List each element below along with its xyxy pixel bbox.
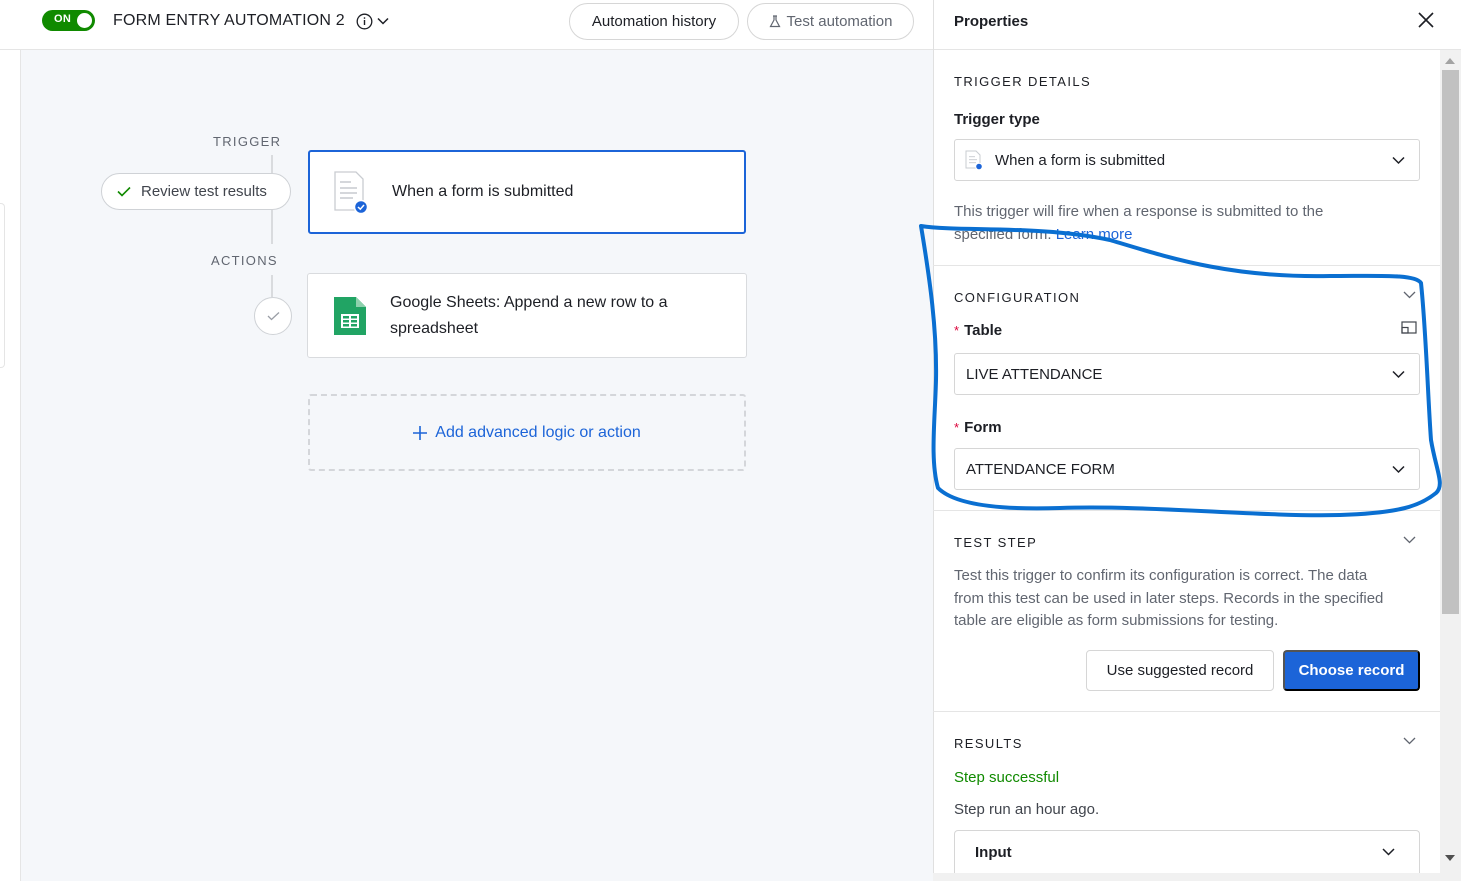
horizontal-scrollbar[interactable]	[933, 873, 1440, 881]
trigger-card[interactable]: When a form is submitted	[308, 150, 746, 234]
chevron-down-icon	[1392, 156, 1405, 165]
action-card-title: Google Sheets: Append a new row to a spr…	[390, 290, 668, 342]
learn-more-link[interactable]: Learn more	[1056, 226, 1133, 243]
left-gutter	[0, 50, 21, 881]
input-expander[interactable]: Input	[954, 830, 1420, 874]
actions-section-label: ACTIONS	[211, 253, 278, 268]
action-card-title-line: Google Sheets: Append a new row to a	[390, 293, 668, 311]
chevron-down-icon	[377, 17, 389, 25]
table-select-value: LIVE ATTENDANCE	[966, 365, 1103, 383]
connector-line	[271, 275, 273, 297]
connector-line	[271, 155, 273, 173]
panel-title: Properties	[954, 13, 1029, 30]
section-divider	[933, 265, 1440, 266]
form-label-text: Form	[964, 419, 1002, 436]
test-automation-button[interactable]: Test automation	[747, 3, 914, 40]
trigger-description-line: specified form. Learn more	[954, 224, 1323, 247]
test-step-description-line: Test this trigger to confirm its configu…	[954, 567, 1368, 584]
section-divider	[933, 510, 1440, 511]
form-select-value: ATTENDANCE FORM	[966, 460, 1115, 478]
choose-record-button[interactable]: Choose record	[1283, 650, 1420, 691]
automation-toggle[interactable]: ON	[42, 10, 95, 31]
scroll-up-arrow-icon[interactable]	[1445, 58, 1455, 64]
chevron-down-icon[interactable]	[1403, 290, 1416, 300]
expand-record-icon[interactable]	[1401, 321, 1417, 334]
connector-line	[271, 210, 273, 244]
trigger-description-tail: specified form.	[954, 225, 1052, 243]
top-bar: ON FORM ENTRY AUTOMATION 2 Automation hi…	[0, 0, 933, 50]
trigger-type-value: When a form is submitted	[995, 151, 1166, 169]
input-expander-label: Input	[975, 844, 1012, 861]
table-select[interactable]: LIVE ATTENDANCE	[954, 353, 1420, 395]
flask-icon	[769, 15, 781, 28]
chevron-down-icon[interactable]	[1403, 535, 1416, 545]
required-marker: *	[954, 420, 960, 435]
add-action-button[interactable]: Add advanced logic or action	[308, 394, 746, 471]
action-status-indicator	[254, 297, 292, 335]
gutter-handle[interactable]	[0, 203, 5, 368]
trigger-details-heading: TRIGGER DETAILS	[954, 74, 1092, 89]
chevron-down-icon	[1382, 848, 1395, 856]
automation-history-button[interactable]: Automation history	[569, 3, 739, 40]
action-card[interactable]: Google Sheets: Append a new row to a spr…	[307, 273, 747, 358]
chevron-down-icon	[1392, 465, 1405, 474]
test-step-description-line: from this test can be used in later step…	[954, 589, 1384, 607]
step-status: Step successful	[954, 769, 1060, 786]
toggle-label: ON	[54, 13, 72, 25]
section-divider	[933, 711, 1440, 712]
results-heading: RESULTS	[954, 736, 1023, 751]
close-icon[interactable]	[1417, 11, 1435, 29]
trigger-description: This trigger will fire when a response i…	[954, 201, 1323, 246]
use-suggested-record-button[interactable]: Use suggested record	[1086, 650, 1274, 691]
trigger-section-label: TRIGGER	[213, 134, 282, 149]
test-step-description: Test this trigger to confirm its configu…	[954, 565, 1383, 633]
trigger-type-label: Trigger type	[954, 111, 1040, 128]
toggle-knob	[77, 13, 92, 28]
form-field-label: * Form	[954, 419, 1002, 436]
form-document-icon	[965, 150, 983, 170]
scroll-down-arrow-icon[interactable]	[1445, 855, 1455, 861]
step-run-time: Step run an hour ago.	[954, 801, 1100, 818]
chevron-down-icon[interactable]	[1403, 736, 1416, 746]
test-step-description-line: table are eligible as form submissions f…	[954, 612, 1279, 629]
form-document-icon	[334, 171, 368, 214]
test-automation-label: Test automation	[786, 13, 893, 30]
panel-header: Properties	[934, 0, 1461, 50]
table-field-label: * Table	[954, 322, 1002, 339]
form-select[interactable]: ATTENDANCE FORM	[954, 448, 1420, 490]
automation-title[interactable]: FORM ENTRY AUTOMATION 2	[113, 12, 345, 30]
review-test-results-button[interactable]: Review test results	[101, 173, 291, 210]
trigger-type-select[interactable]: When a form is submitted	[954, 139, 1420, 181]
plus-icon	[413, 425, 428, 440]
info-icon	[356, 13, 373, 29]
check-icon	[267, 312, 279, 321]
google-sheets-icon	[334, 296, 366, 335]
configuration-heading: CONFIGURATION	[954, 290, 1081, 305]
trigger-card-title: When a form is submitted	[392, 183, 574, 200]
trigger-description-line: This trigger will fire when a response i…	[954, 203, 1324, 220]
test-step-heading: TEST STEP	[954, 535, 1038, 550]
required-marker: *	[954, 323, 960, 338]
chevron-down-icon	[1392, 370, 1405, 379]
info-menu-button[interactable]	[356, 11, 394, 31]
action-card-title-line: spreadsheet	[390, 319, 479, 337]
add-action-label: Add advanced logic or action	[435, 423, 641, 441]
table-label-text: Table	[964, 322, 1003, 339]
vertical-scrollbar-thumb[interactable]	[1442, 70, 1459, 614]
review-test-results-label: Review test results	[141, 183, 267, 200]
check-icon	[117, 186, 131, 197]
